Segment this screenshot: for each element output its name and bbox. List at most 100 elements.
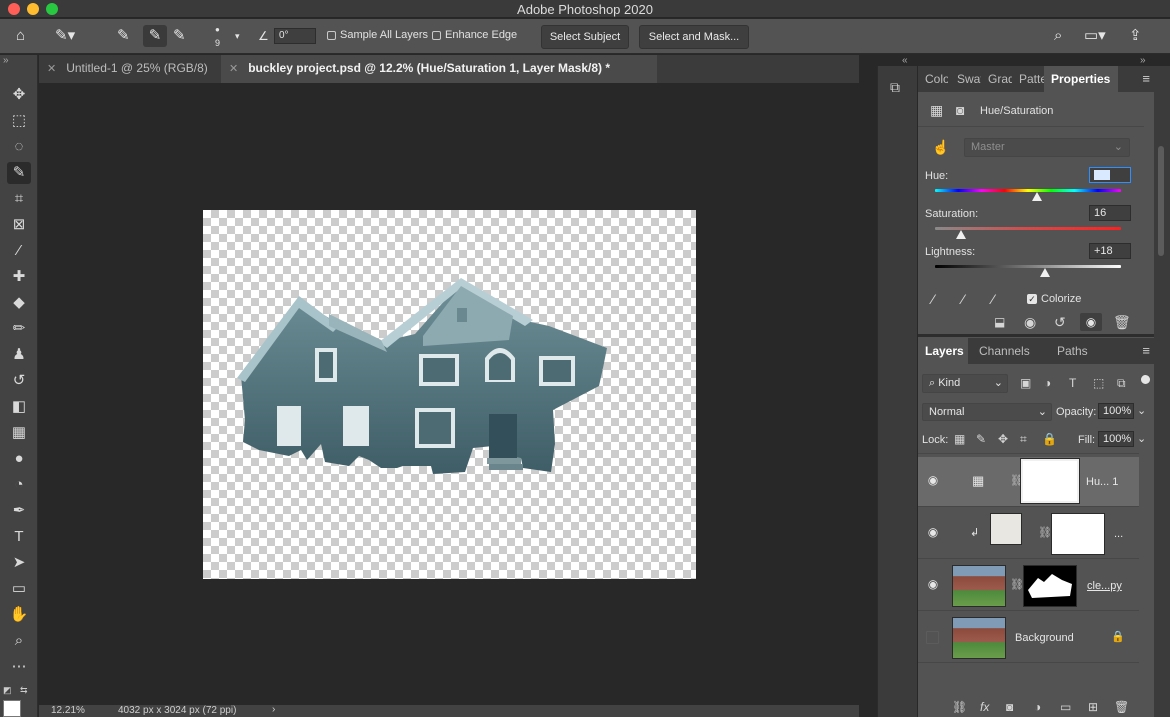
tool-preset-icon[interactable]: ✎▾ bbox=[55, 28, 75, 44]
tab-untitled-1[interactable]: ✕ Untitled-1 @ 25% (RGB/8) bbox=[39, 55, 219, 83]
colorize-checkbox[interactable]: ✓ bbox=[1027, 294, 1037, 304]
status-chevron-icon[interactable]: › bbox=[272, 704, 275, 715]
lock-all-icon[interactable]: 🔒 bbox=[1042, 432, 1057, 446]
gradient-tool-icon[interactable]: ▦ bbox=[7, 422, 31, 444]
document-canvas[interactable] bbox=[203, 210, 696, 579]
layer-thumbnail[interactable] bbox=[952, 617, 1006, 659]
new-selection-brush-icon[interactable]: ✎ bbox=[117, 28, 130, 44]
brush-tool-icon[interactable]: ✏ bbox=[7, 318, 31, 340]
lock-artboard-icon[interactable]: ⌗ bbox=[1020, 432, 1027, 447]
layer-name[interactable]: cle...py bbox=[1087, 580, 1122, 592]
layer-name[interactable]: Background bbox=[1015, 632, 1074, 644]
clone-stamp-tool-icon[interactable]: ♟ bbox=[7, 344, 31, 366]
foreground-color-swatch[interactable] bbox=[3, 700, 21, 717]
fill-chevron-icon[interactable]: ⌄ bbox=[1137, 432, 1146, 445]
link-layers-icon[interactable]: ⛓ bbox=[952, 700, 967, 714]
filter-shape-icon[interactable]: ⬚ bbox=[1093, 376, 1104, 390]
delete-adjustment-icon[interactable]: 🗑 bbox=[1113, 314, 1131, 331]
layer-thumbnail[interactable] bbox=[990, 513, 1022, 545]
lock-icon[interactable]: 🔒 bbox=[1111, 630, 1125, 643]
visibility-eye-icon[interactable]: ◉ bbox=[926, 525, 940, 539]
search-icon[interactable]: ⌕ bbox=[1054, 28, 1062, 44]
filter-pixel-icon[interactable]: ▣ bbox=[1020, 376, 1031, 390]
new-adjustment-icon[interactable]: ◑ bbox=[1034, 700, 1041, 714]
zoom-level[interactable]: 12.21% bbox=[51, 705, 85, 716]
filter-type-icon[interactable]: T bbox=[1069, 376, 1076, 390]
canvas-area[interactable] bbox=[39, 83, 859, 705]
opacity-input[interactable]: 100% bbox=[1098, 403, 1134, 419]
tab-buckley-project[interactable]: ✕ buckley project.psd @ 12.2% (Hue/Satura… bbox=[221, 55, 657, 83]
panel-menu-icon[interactable]: ≡ bbox=[1142, 71, 1150, 86]
delete-layer-icon[interactable]: 🗑 bbox=[1114, 700, 1129, 714]
new-group-icon[interactable]: ▭ bbox=[1060, 700, 1071, 714]
sample-all-layers-checkbox[interactable] bbox=[327, 31, 336, 40]
default-colors-icon[interactable]: ◩ bbox=[3, 685, 12, 696]
opacity-chevron-icon[interactable]: ⌄ bbox=[1137, 404, 1146, 417]
zoom-tool-icon[interactable]: ⌕ bbox=[7, 630, 31, 652]
tab-patterns[interactable]: Patte bbox=[1012, 66, 1044, 92]
visibility-toggle[interactable] bbox=[926, 631, 939, 644]
layer-filter-dropdown[interactable]: ⌕ Kind ⌄ bbox=[922, 374, 1008, 393]
panel-expand-icon[interactable]: » bbox=[1140, 55, 1146, 66]
filter-toggle-icon[interactable] bbox=[1141, 375, 1150, 384]
layer-row[interactable]: ◉ ▦ ⛓ Hu... 1 bbox=[918, 457, 1139, 507]
blend-mode-dropdown[interactable]: Normal ⌄ bbox=[922, 403, 1052, 421]
paint-bucket-tool-icon[interactable]: ◆ bbox=[7, 292, 31, 314]
dodge-tool-icon[interactable]: ◔ bbox=[7, 474, 31, 496]
libraries-icon[interactable]: ⧉ bbox=[890, 79, 900, 96]
layer-thumbnail[interactable] bbox=[952, 565, 1006, 607]
link-icon[interactable]: ⛓ bbox=[1010, 578, 1024, 591]
brush-size[interactable]: 9 bbox=[215, 38, 220, 48]
layer-name[interactable]: Hu... 1 bbox=[1086, 476, 1118, 488]
quick-selection-tool-icon[interactable]: ✎ bbox=[7, 162, 31, 184]
reset-icon[interactable]: ↺ bbox=[1054, 314, 1066, 331]
home-icon[interactable]: ⌂ bbox=[16, 28, 25, 44]
close-tab-icon[interactable]: ✕ bbox=[47, 63, 56, 75]
view-previous-state-icon[interactable]: ◉ bbox=[1024, 314, 1036, 331]
lightness-slider-track[interactable] bbox=[935, 265, 1121, 268]
frame-tool-icon[interactable]: ⊠ bbox=[7, 214, 31, 236]
move-tool-icon[interactable]: ✥ bbox=[7, 84, 31, 106]
lightness-slider-thumb[interactable] bbox=[1039, 268, 1050, 277]
tab-channels[interactable]: Channels bbox=[972, 338, 1032, 364]
tab-properties[interactable]: Properties bbox=[1044, 66, 1118, 92]
tab-gradients[interactable]: Grad bbox=[981, 66, 1012, 92]
enhance-edge-checkbox[interactable] bbox=[432, 31, 441, 40]
healing-brush-tool-icon[interactable]: ✚ bbox=[7, 266, 31, 288]
scrollbar-thumb[interactable] bbox=[1158, 146, 1164, 256]
rectangle-tool-icon[interactable]: ▭ bbox=[7, 578, 31, 600]
hue-slider-track[interactable] bbox=[935, 189, 1121, 192]
eyedropper-icon[interactable]: ⁄ bbox=[932, 291, 934, 307]
workspace-icon[interactable]: ▭▾ bbox=[1084, 28, 1106, 44]
brush-picker-chevron-icon[interactable]: ▾ bbox=[235, 31, 240, 42]
layer-row[interactable]: ◉ ↲ ⛓ ... bbox=[918, 509, 1139, 559]
lock-position-icon[interactable]: ✥ bbox=[998, 432, 1008, 446]
saturation-slider-thumb[interactable] bbox=[956, 230, 967, 239]
hand-tool-icon[interactable]: ✋ bbox=[7, 604, 31, 626]
lock-transparent-icon[interactable]: ▦ bbox=[954, 432, 965, 446]
more-tools-icon[interactable]: ⋯ bbox=[7, 656, 31, 678]
toggle-visibility-icon[interactable]: ◉ bbox=[1080, 313, 1102, 331]
blur-tool-icon[interactable]: ● bbox=[7, 448, 31, 470]
eyedropper-plus-icon[interactable]: ⁄ bbox=[962, 291, 964, 307]
eraser-tool-icon[interactable]: ◧ bbox=[7, 396, 31, 418]
add-mask-icon[interactable]: ◙ bbox=[1006, 700, 1013, 714]
mask-icon[interactable]: ◙ bbox=[956, 102, 964, 118]
panel-collapse-icon[interactable]: « bbox=[902, 55, 908, 66]
subtract-selection-brush-icon[interactable]: ✎ bbox=[173, 28, 186, 44]
close-tab-icon[interactable]: ✕ bbox=[229, 63, 238, 75]
hue-slider-thumb[interactable] bbox=[1032, 192, 1043, 201]
history-brush-tool-icon[interactable]: ↺ bbox=[7, 370, 31, 392]
new-layer-icon[interactable]: ⊞ bbox=[1088, 700, 1098, 714]
tab-color[interactable]: Colo bbox=[918, 66, 948, 92]
preset-dropdown[interactable]: Master ⌄ bbox=[964, 138, 1130, 157]
panel-scrollbar[interactable] bbox=[1154, 66, 1170, 717]
layers-menu-icon[interactable]: ≡ bbox=[1142, 343, 1150, 358]
filter-adjustment-icon[interactable]: ◑ bbox=[1044, 376, 1051, 390]
pen-tool-icon[interactable]: ✒ bbox=[7, 500, 31, 522]
lock-pixels-icon[interactable]: ✎ bbox=[976, 432, 986, 446]
share-icon[interactable]: ⇪ bbox=[1129, 28, 1142, 44]
select-subject-button[interactable]: Select Subject bbox=[541, 25, 629, 49]
angle-input[interactable]: 0° bbox=[274, 28, 316, 44]
hue-input[interactable] bbox=[1089, 167, 1131, 183]
